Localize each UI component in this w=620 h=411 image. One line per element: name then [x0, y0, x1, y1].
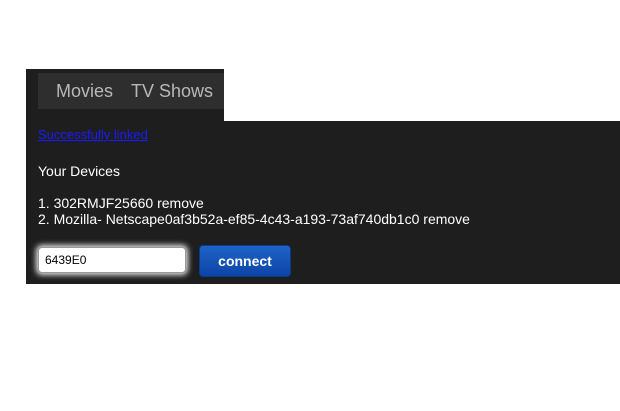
device-item: 1. 302RMJF25660 remove: [38, 195, 470, 211]
nav-item-movies[interactable]: Movies: [56, 81, 113, 102]
device-item: 2. Mozilla- Netscape0af3b52a-ef85-4c43-a…: [38, 211, 470, 227]
device-name: 302RMJF25660: [53, 195, 154, 211]
remove-device-button[interactable]: remove: [423, 211, 470, 227]
remove-device-button[interactable]: remove: [157, 195, 204, 211]
devices-heading: Your Devices: [38, 163, 120, 179]
connect-button[interactable]: connect: [199, 245, 291, 277]
device-name: Mozilla- Netscape0af3b52a-ef85-4c43-a193…: [53, 211, 420, 227]
nav-bar: Movies TV Shows: [38, 73, 224, 109]
device-index: 1.: [38, 195, 50, 211]
device-index: 2.: [38, 211, 50, 227]
nav-item-tv-shows[interactable]: TV Shows: [131, 81, 213, 102]
top-nav-panel: Movies TV Shows: [26, 69, 224, 121]
code-input[interactable]: [38, 247, 186, 273]
device-list: 1. 302RMJF25660 remove 2. Mozilla- Netsc…: [38, 195, 470, 227]
status-link[interactable]: Successfully linked: [38, 127, 148, 142]
devices-panel: Successfully linked Your Devices 1. 302R…: [26, 121, 620, 284]
